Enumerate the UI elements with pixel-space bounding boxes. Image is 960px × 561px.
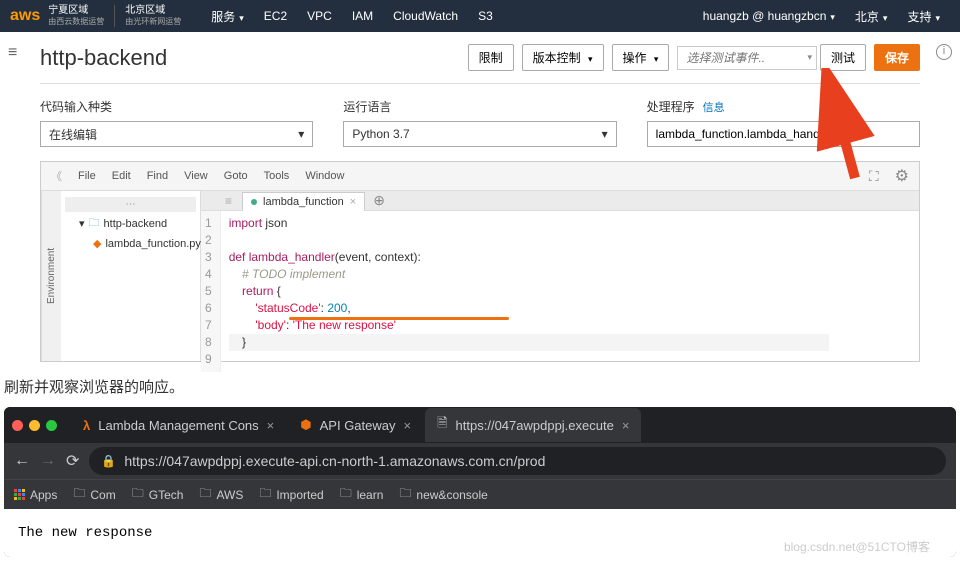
apps-icon <box>14 489 25 500</box>
region-ningxia[interactable]: 宁夏区域 由西云数据运营 <box>48 5 115 27</box>
api-gateway-icon: ⬢ <box>300 417 311 433</box>
browser-window: λ Lambda Management Cons× ⬢ API Gateway×… <box>4 407 956 557</box>
menu-view[interactable]: View <box>184 170 208 182</box>
folder-icon: 🗀 <box>89 214 100 233</box>
back-icon[interactable]: ← <box>14 452 30 470</box>
close-icon[interactable]: × <box>622 418 630 433</box>
support-menu[interactable]: 支持▾ <box>907 8 940 25</box>
test-button[interactable]: 测试 <box>820 44 866 71</box>
new-tab-icon[interactable]: ⊕ <box>373 192 385 209</box>
bookmark-learn[interactable]: 🗀learn <box>340 484 384 505</box>
reload-icon[interactable]: ⟳ <box>66 451 79 471</box>
close-icon[interactable]: × <box>404 418 412 433</box>
folder-icon: 🗀 <box>340 484 352 505</box>
nav-cloudwatch[interactable]: CloudWatch <box>393 9 458 23</box>
folder-icon: 🗀 <box>73 484 85 505</box>
modified-indicator <box>251 199 257 205</box>
runtime-select[interactable]: Python 3.7▾ <box>343 121 616 147</box>
close-tab-icon[interactable]: × <box>350 196 356 208</box>
tab-bar: ≡ lambda_function× ⊕ <box>201 191 919 211</box>
aws-logo: aws <box>10 7 40 25</box>
mac-minimize-icon[interactable] <box>29 420 40 431</box>
menu-goto[interactable]: Goto <box>224 170 248 182</box>
nav-iam[interactable]: IAM <box>352 9 373 23</box>
region-menu[interactable]: 北京▾ <box>855 8 888 25</box>
folder-icon: 🗀 <box>132 484 144 505</box>
operate-button[interactable]: 操作 ▾ <box>612 44 670 71</box>
bookmark-com[interactable]: 🗀Com <box>73 484 115 505</box>
bookmarks-bar: Apps 🗀Com 🗀GTech 🗀AWS 🗀Imported 🗀learn 🗀… <box>4 479 956 509</box>
code-type-label: 代码输入种类 <box>40 98 313 115</box>
lock-icon: 🔒 <box>101 454 116 468</box>
function-title: http-backend <box>40 45 167 71</box>
forward-icon: → <box>40 452 56 470</box>
bookmark-aws[interactable]: 🗀AWS <box>199 484 243 505</box>
config-row: 代码输入种类 在线编辑▾ 运行语言 Python 3.7▾ 处理程序信息 <box>20 84 940 161</box>
browser-tab-response[interactable]: 🗎 https://047awpdppj.execute× <box>425 408 641 442</box>
mac-window-controls[interactable] <box>12 420 57 431</box>
mac-zoom-icon[interactable] <box>46 420 57 431</box>
tree-root[interactable]: ▾ 🗀 http-backend <box>65 212 196 235</box>
bookmark-newconsole[interactable]: 🗀new&console <box>399 484 487 505</box>
page-icon: 🗎 <box>437 414 447 436</box>
file-tree: ⋯ ▾ 🗀 http-backend ◆ lambda_function.py <box>61 191 201 361</box>
browser-tab-lambda[interactable]: λ Lambda Management Cons× <box>71 412 286 439</box>
nav-ec2[interactable]: EC2 <box>264 9 287 23</box>
fullscreen-icon[interactable]: ⛶ <box>869 168 879 185</box>
address-bar: ← → ⟳ 🔒 https://047awpdppj.execute-api.c… <box>4 443 956 479</box>
aws-header: aws 宁夏区域 由西云数据运营 北京区域 由光环新网运营 服务▾ EC2 VP… <box>0 0 960 32</box>
code-editor: 《 File Edit Find View Goto Tools Window … <box>40 161 920 362</box>
menu-file[interactable]: File <box>78 170 96 182</box>
url-field[interactable]: 🔒 https://047awpdppj.execute-api.cn-nort… <box>89 447 946 475</box>
python-file-icon: ◆ <box>93 237 101 250</box>
menu-find[interactable]: Find <box>147 170 168 182</box>
info-icon[interactable]: i <box>936 44 952 60</box>
nav-vpc[interactable]: VPC <box>307 9 332 23</box>
region-beijing[interactable]: 北京区域 由光环新网运营 <box>125 5 191 27</box>
folder-icon: 🗀 <box>399 484 411 505</box>
collapse-icon[interactable]: 《 <box>51 168 62 184</box>
close-icon[interactable]: × <box>267 418 275 433</box>
bookmark-gtech[interactable]: 🗀GTech <box>132 484 184 505</box>
watermark: blog.csdn.net@51CTO博客 <box>784 538 930 555</box>
save-button[interactable]: 保存 <box>874 44 920 71</box>
nav-s3[interactable]: S3 <box>478 9 493 23</box>
apps-button[interactable]: Apps <box>14 488 57 502</box>
menu-edit[interactable]: Edit <box>112 170 131 182</box>
limit-button[interactable]: 限制 <box>468 44 514 71</box>
instruction-text: 刷新并观察浏览器的响应。 <box>0 370 960 403</box>
hamburger-icon[interactable]: ≡ <box>8 44 17 62</box>
menu-window[interactable]: Window <box>305 170 344 182</box>
annotation-underline <box>289 317 509 320</box>
tree-file[interactable]: ◆ lambda_function.py <box>65 235 196 252</box>
nav-services[interactable]: 服务▾ <box>211 8 244 25</box>
version-button[interactable]: 版本控制 ▾ <box>522 44 604 71</box>
user-menu[interactable]: huangzb @ huangzbcn▾ <box>703 9 835 23</box>
tab-menu-icon[interactable]: ≡ <box>225 194 232 208</box>
mac-close-icon[interactable] <box>12 420 23 431</box>
folder-icon: 🗀 <box>199 484 211 505</box>
environment-tab[interactable]: Environment <box>41 191 61 361</box>
console-body: ≡ i http-backend 限制 版本控制 ▾ 操作 ▾ ▾ 测试 保存 … <box>0 32 960 370</box>
code-content[interactable]: 123456789 import json def lambda_handler… <box>201 211 919 372</box>
editor-menu: 《 File Edit Find View Goto Tools Window … <box>41 162 919 191</box>
folder-icon: 🗀 <box>259 484 271 505</box>
handler-input[interactable] <box>647 121 920 147</box>
runtime-label: 运行语言 <box>343 98 616 115</box>
handler-label: 处理程序信息 <box>647 98 920 115</box>
file-tab[interactable]: lambda_function× <box>242 192 365 211</box>
handler-info-link[interactable]: 信息 <box>703 102 725 114</box>
tree-options-icon[interactable]: ⋯ <box>65 197 196 212</box>
browser-tab-apigw[interactable]: ⬢ API Gateway× <box>288 411 423 439</box>
lambda-icon: λ <box>83 418 90 433</box>
bookmark-imported[interactable]: 🗀Imported <box>259 484 323 505</box>
menu-tools[interactable]: Tools <box>264 170 290 182</box>
code-type-select[interactable]: 在线编辑▾ <box>40 121 313 147</box>
test-event-select[interactable] <box>677 46 817 70</box>
gear-icon[interactable]: ⚙ <box>895 166 909 186</box>
